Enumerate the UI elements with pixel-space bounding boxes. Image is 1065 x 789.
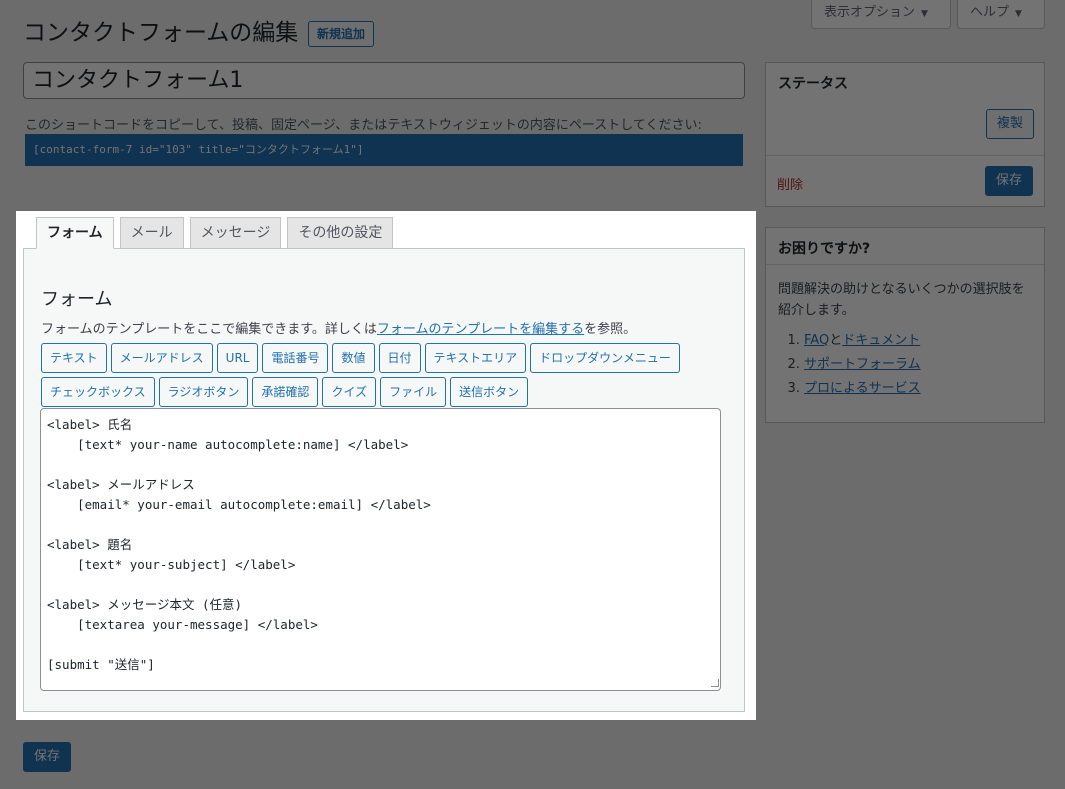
tag-textarea-button[interactable]: テキストエリア [424,343,527,373]
edit-template-link[interactable]: フォームのテンプレートを編集する [377,322,584,337]
desc-text: を参照。 [584,322,637,337]
tag-quiz-button[interactable]: クイズ [322,377,377,407]
caret-down-icon: ▼ [1015,9,1022,19]
tag-generator-row-2: チェックボックス ラジオボタン 承諾確認 クイズ ファイル 送信ボタン [41,377,529,407]
tab-form[interactable]: フォーム [36,217,114,249]
desc-text: フォームのテンプレートをここで編集できます。詳しくは [41,322,377,337]
tag-checkbox-button[interactable]: チェックボックス [41,377,155,407]
tag-generator-row-1: テキスト メールアドレス URL 電話番号 数値 日付 テキストエリア ドロップ… [41,343,680,373]
page-title: コンタクトフォームの編集 [23,20,299,46]
highlight-frame [16,211,756,720]
list-item: プロによるサービス [804,377,921,401]
editor-tabs: フォーム メール メッセージ その他の設定 [36,217,394,249]
form-title-input[interactable]: コンタクトフォーム1 [23,62,745,99]
shortcode-note: このショートコードをコピーして、投稿、固定ページ、またはテキストウィジェットの内… [25,118,702,133]
status-box-title: ステータス [778,76,848,92]
caret-down-icon: ▼ [921,9,928,19]
support-forum-link[interactable]: サポートフォーラム [804,357,921,372]
form-template-textarea[interactable]: <label> 氏名 [text* your-name autocomplete… [40,408,721,691]
help-box: お困りですか? 問題解決の助けとなるいくつかの選択肢を紹介します。 FAQとドキ… [765,227,1045,423]
tag-acceptance-button[interactable]: 承諾確認 [252,377,319,407]
help-box-title: お困りですか? [778,241,871,257]
help-text: 問題解決の助けとなるいくつかの選択肢を紹介します。 [778,282,1025,318]
faq-link[interactable]: FAQ [804,333,829,348]
bottom-save-button[interactable]: 保存 [23,742,72,772]
tab-mail[interactable]: メール [119,217,184,249]
link-separator: と [829,333,843,348]
tag-url-button[interactable]: URL [216,343,259,373]
status-box: ステータス 複製 削除 保存 [765,62,1045,207]
docs-link[interactable]: ドキュメント [842,333,920,348]
add-new-button[interactable]: 新規追加 [308,21,375,47]
tag-dropdown-button[interactable]: ドロップダウンメニュー [530,343,680,373]
tab-additional-settings[interactable]: その他の設定 [287,217,394,249]
shortcode-field[interactable]: [contact-form-7 id="103" title="コンタクトフォー… [25,134,743,166]
tag-radio-button[interactable]: ラジオボタン [158,377,249,407]
tab-messages[interactable]: メッセージ [189,217,282,249]
delete-link[interactable]: 削除 [777,174,803,193]
duplicate-button[interactable]: 複製 [986,109,1035,139]
pro-services-link[interactable]: プロによるサービス [804,381,921,396]
help-label: ヘルプ [970,5,1010,20]
form-panel-description: フォームのテンプレートをここで編集できます。詳しくはフォームのテンプレートを編集… [41,318,636,337]
tag-date-button[interactable]: 日付 [378,343,421,373]
form-panel: フォーム フォームのテンプレートをここで編集できます。詳しくはフォームのテンプレ… [23,248,745,712]
resize-handle-icon[interactable] [711,679,719,687]
save-button[interactable]: 保存 [985,166,1034,196]
divider [766,155,1044,156]
tag-text-button[interactable]: テキスト [41,343,107,373]
screen-options-label: 表示オプション [824,5,916,20]
help-button[interactable]: ヘルプ ▼ [957,0,1045,29]
screen-options-button[interactable]: 表示オプション ▼ [811,0,951,29]
tag-tel-button[interactable]: 電話番号 [262,343,329,373]
divider [766,264,1044,265]
form-panel-heading: フォーム [41,289,113,310]
list-item: FAQとドキュメント [804,329,921,353]
tag-email-button[interactable]: メールアドレス [110,343,213,373]
help-links-list: FAQとドキュメント サポートフォーラム プロによるサービス [778,329,921,401]
tag-number-button[interactable]: 数値 [332,343,375,373]
tag-file-button[interactable]: ファイル [380,377,447,407]
list-item: サポートフォーラム [804,353,921,377]
tag-submit-button[interactable]: 送信ボタン [450,377,529,407]
